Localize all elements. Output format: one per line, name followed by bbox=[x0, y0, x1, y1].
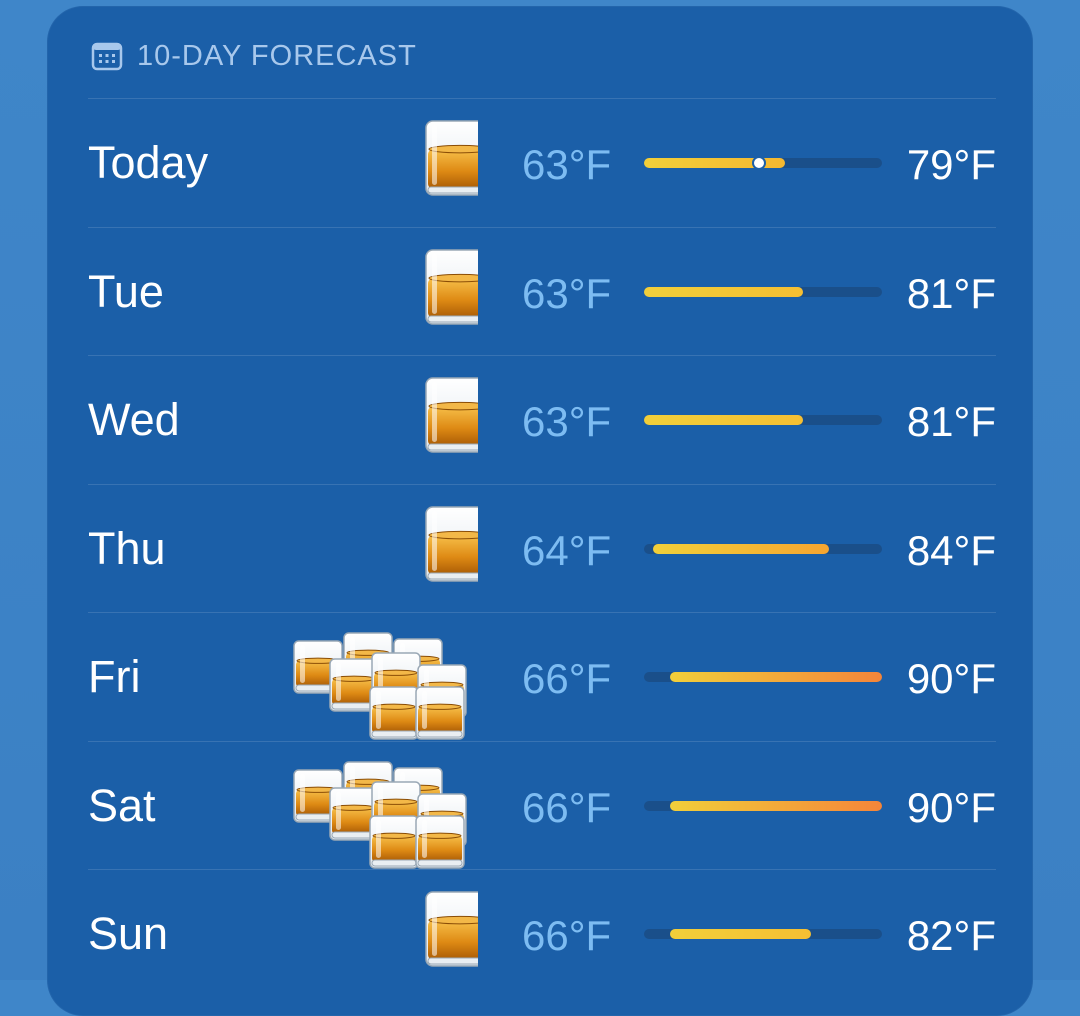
day-label: Tue bbox=[88, 265, 164, 317]
forecast-title: 10-DAY FORECAST bbox=[137, 39, 417, 72]
forecast-row[interactable]: Today 63°F 79°F bbox=[88, 98, 996, 227]
temperature-range-bar bbox=[644, 415, 882, 425]
forecast-row[interactable]: Sun 66°F 82°F bbox=[88, 869, 996, 998]
low-temp: 66°F bbox=[522, 912, 612, 959]
high-temp: 82°F bbox=[906, 912, 996, 959]
high-temp: 81°F bbox=[906, 269, 996, 317]
temperature-range-fill bbox=[670, 672, 882, 682]
forecast-row[interactable]: Sat 66°F 90°F bbox=[88, 740, 996, 870]
day-label: Sat bbox=[88, 779, 156, 831]
day-label: Fri bbox=[88, 651, 141, 702]
forecast-header: 10-DAY FORECAST bbox=[91, 36, 417, 76]
day-label: Today bbox=[88, 137, 209, 188]
day-label: Wed bbox=[88, 394, 180, 445]
low-temp: 66°F bbox=[522, 783, 612, 831]
day-label: Sun bbox=[88, 908, 169, 959]
temperature-range-bar bbox=[644, 672, 882, 682]
temperature-range-fill bbox=[644, 415, 803, 425]
temperature-range-bar bbox=[644, 156, 882, 170]
temperature-range-fill bbox=[644, 286, 803, 297]
high-temp: 79°F bbox=[906, 141, 996, 188]
whiskey-glass-icon bbox=[278, 485, 478, 613]
low-temp: 64°F bbox=[522, 526, 612, 574]
temperature-range-bar bbox=[644, 543, 882, 554]
whiskey-glass-icon bbox=[278, 99, 478, 227]
high-temp: 81°F bbox=[906, 398, 996, 445]
forecast-row[interactable]: Tue 63°F 81°F bbox=[88, 226, 996, 356]
forecast-row[interactable]: Fri 66°F 90°F bbox=[88, 612, 996, 741]
temperature-range-fill bbox=[652, 543, 830, 554]
high-temp: 90°F bbox=[906, 783, 996, 831]
temperature-range-bar bbox=[644, 800, 882, 811]
high-temp: 84°F bbox=[906, 526, 996, 574]
high-temp: 90°F bbox=[906, 655, 996, 702]
low-temp: 63°F bbox=[522, 141, 612, 188]
temperature-range-fill bbox=[670, 929, 812, 939]
whiskey-glass-icon bbox=[278, 228, 478, 356]
whiskey-glass-icon bbox=[278, 356, 478, 484]
whiskey-glasses-cluster-icon bbox=[278, 742, 478, 870]
low-temp: 63°F bbox=[522, 398, 612, 445]
temperature-range-bar bbox=[644, 286, 882, 297]
low-temp: 66°F bbox=[522, 655, 612, 702]
current-temp-indicator bbox=[751, 156, 766, 170]
forecast-card: 10-DAY FORECAST Today 63°F 79°F Tue 63°F 81… bbox=[47, 6, 1033, 1016]
calendar-icon bbox=[91, 42, 123, 71]
day-label: Thu bbox=[88, 522, 166, 574]
whiskey-glasses-cluster-icon bbox=[278, 613, 478, 741]
forecast-row[interactable]: Thu 64°F 84°F bbox=[88, 483, 996, 613]
temperature-range-fill bbox=[670, 800, 882, 811]
whiskey-glass-icon bbox=[278, 870, 478, 998]
forecast-row[interactable]: Wed 63°F 81°F bbox=[88, 355, 996, 484]
temperature-range-bar bbox=[644, 929, 882, 939]
low-temp: 63°F bbox=[522, 269, 612, 317]
